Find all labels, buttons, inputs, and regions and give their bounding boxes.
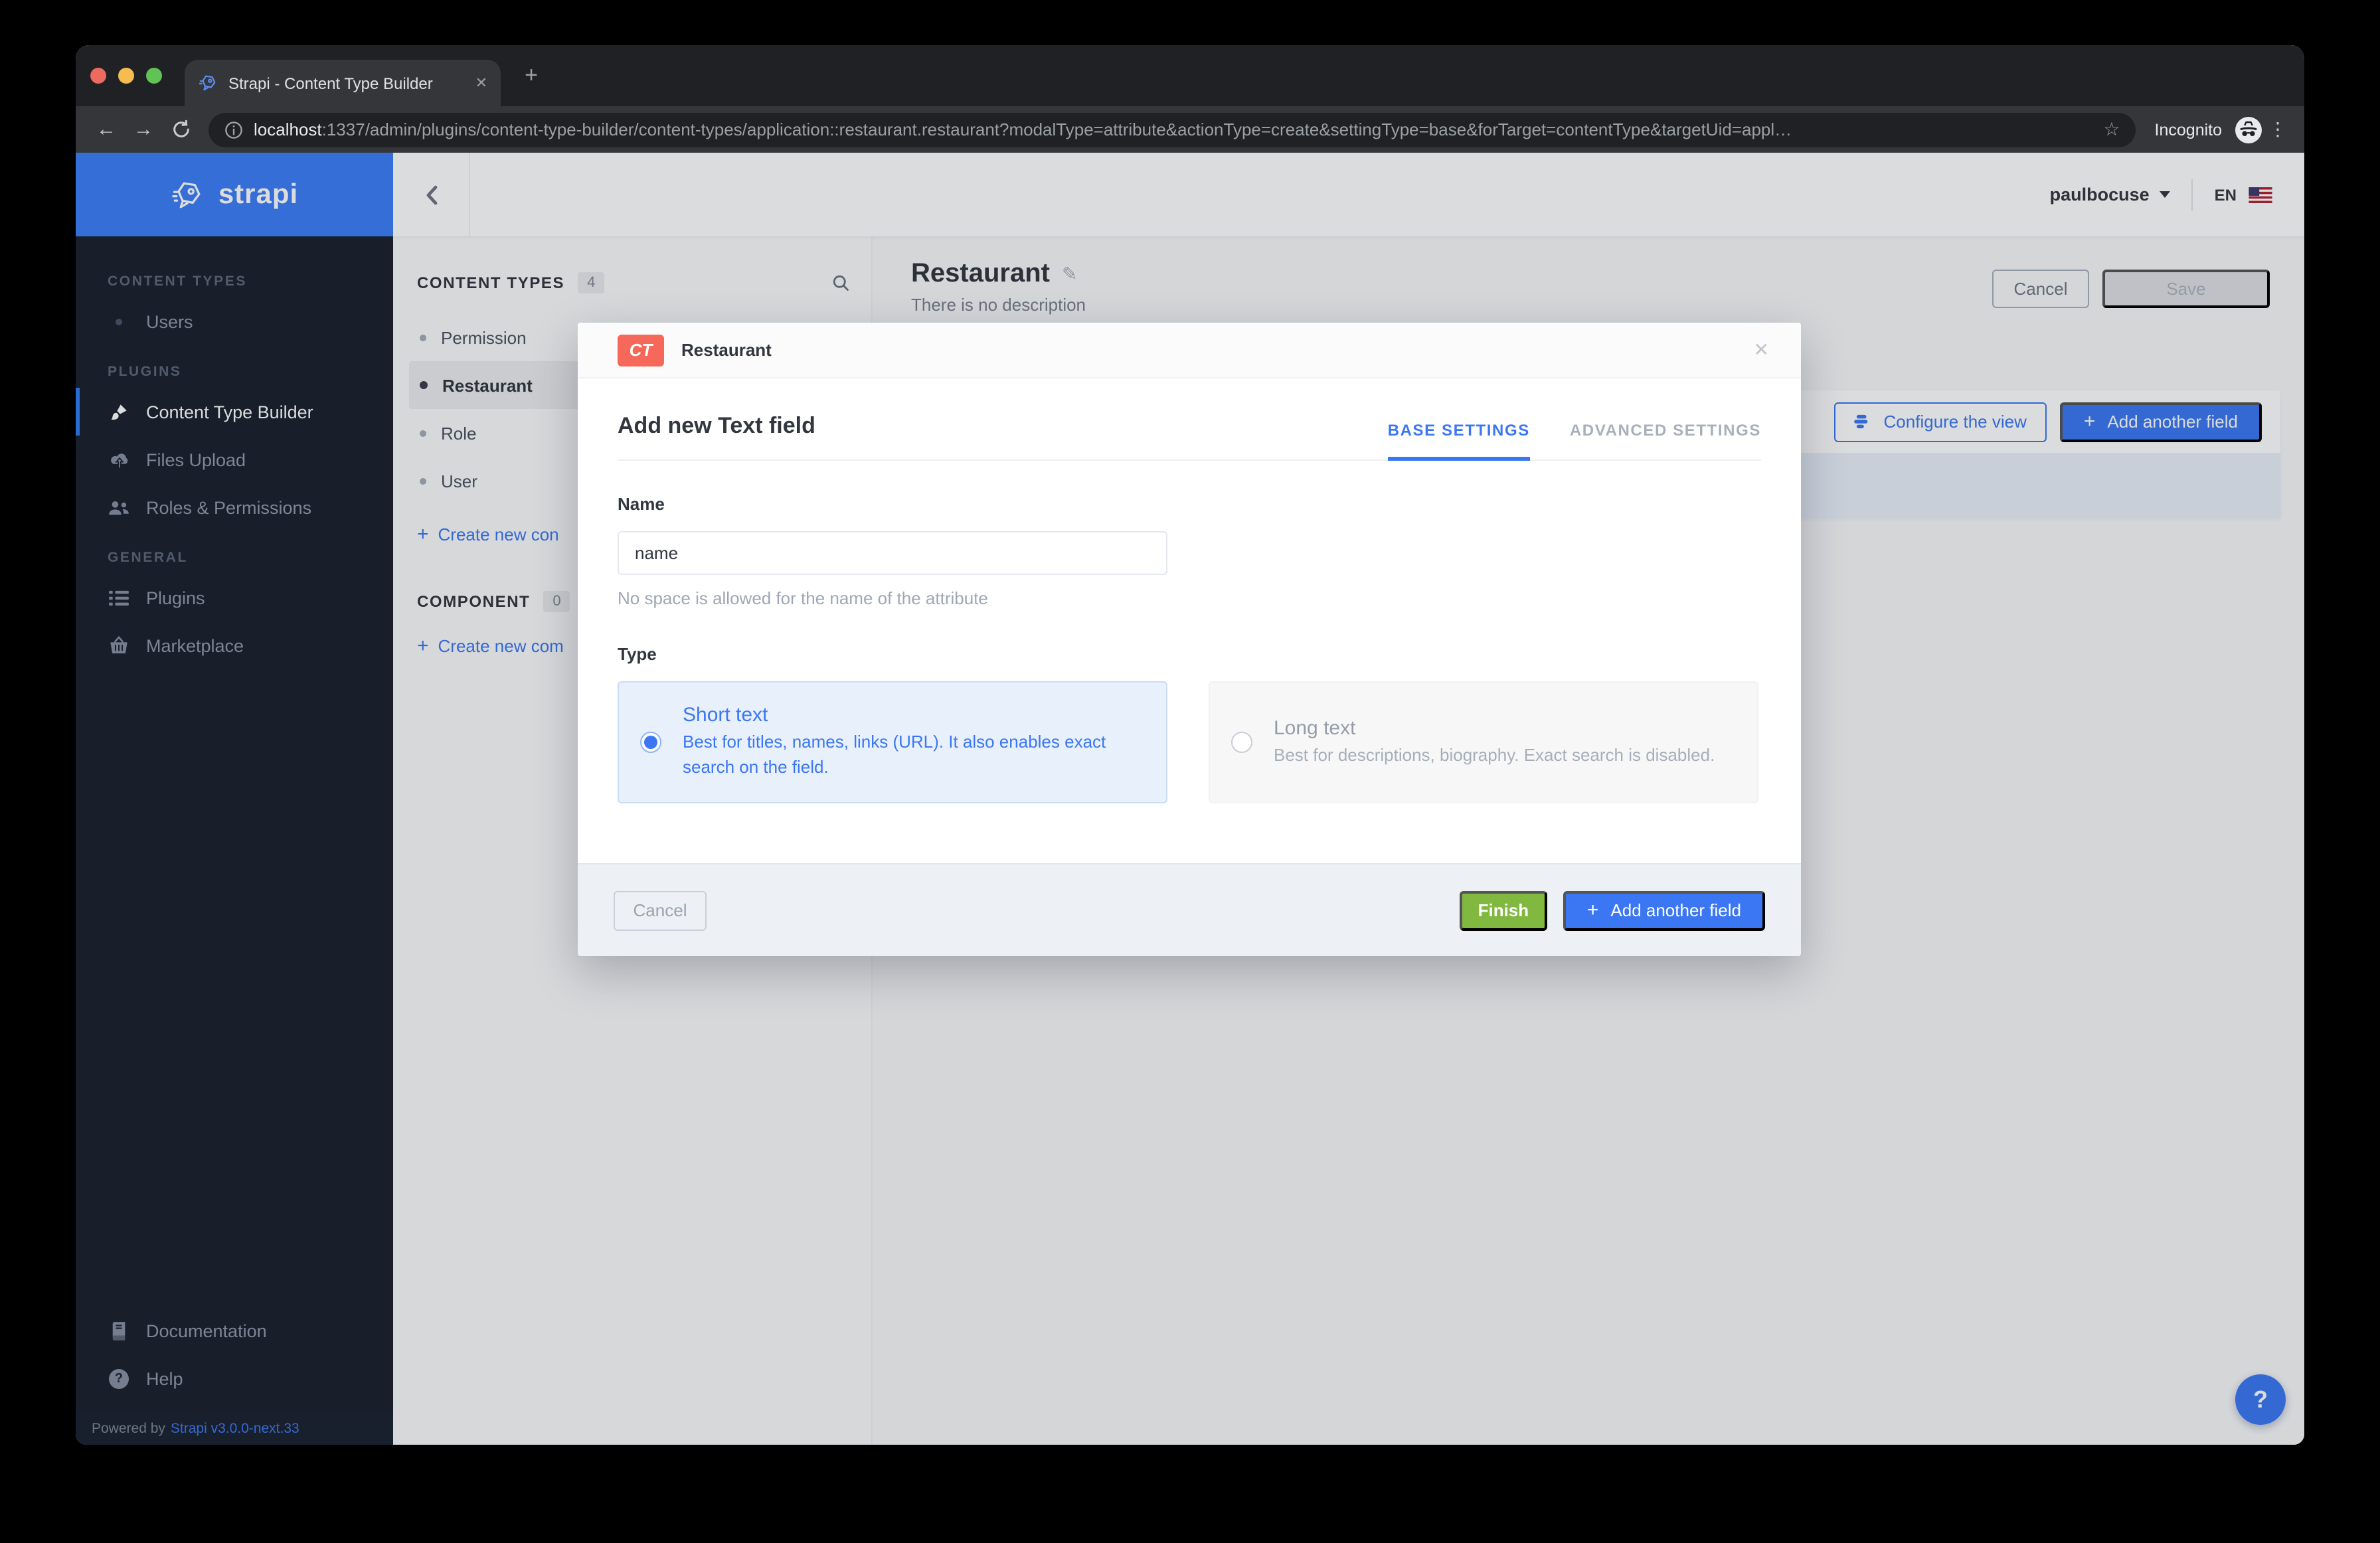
window-close-button[interactable] [90, 68, 106, 84]
url-host: localhost [254, 120, 322, 139]
option-description: Best for titles, names, links (URL). It … [683, 730, 1148, 780]
finish-button[interactable]: Finish [1460, 890, 1547, 930]
strapi-admin-app: strapi CONTENT TYPES Users PLUGINS [76, 153, 2304, 1445]
tab-close-icon[interactable]: ✕ [475, 74, 487, 92]
modal-tabs: BASE SETTINGS ADVANCED SETTINGS [1388, 421, 1761, 459]
new-tab-button[interactable]: + [517, 62, 546, 89]
url-bar[interactable]: localhost:1337/admin/plugins/content-typ… [209, 112, 2136, 147]
name-helper-text: No space is allowed for the name of the … [618, 588, 1761, 608]
close-icon[interactable]: ✕ [1754, 339, 1769, 361]
url-text: localhost:1337/admin/plugins/content-typ… [254, 120, 2092, 139]
back-icon[interactable]: ← [89, 118, 124, 141]
browser-tabstrip: Strapi - Content Type Builder ✕ + [76, 45, 2304, 106]
browser-toolbar: ← → localhost:1337/admin/plugins/content… [76, 106, 2304, 153]
radio-unselected-icon[interactable] [1231, 732, 1252, 753]
site-info-icon[interactable] [224, 120, 243, 139]
modal-footer: Cancel Finish + Add another field [578, 863, 1801, 956]
option-title: Long text [1274, 716, 1715, 739]
modal-add-field-label: Add another field [1610, 900, 1741, 920]
modal-add-another-field-button[interactable]: + Add another field [1563, 890, 1765, 930]
tab-advanced-settings[interactable]: ADVANCED SETTINGS [1570, 421, 1761, 461]
incognito-avatar-icon[interactable] [2235, 116, 2262, 143]
option-title: Short text [683, 704, 1148, 726]
tab-base-settings[interactable]: BASE SETTINGS [1388, 421, 1530, 461]
bookmark-star-icon[interactable]: ☆ [2103, 118, 2120, 141]
type-options: Short text Best for titles, names, links… [618, 681, 1761, 803]
radio-selected-icon[interactable] [640, 732, 661, 753]
forward-icon[interactable]: → [126, 118, 161, 141]
content-type-badge: CT [618, 334, 664, 366]
option-description: Best for descriptions, biography. Exact … [1274, 743, 1715, 768]
refresh-icon[interactable] [163, 120, 198, 139]
modal-header: CT Restaurant ✕ [578, 323, 1801, 378]
strapi-favicon-icon [198, 73, 218, 93]
add-field-modal: CT Restaurant ✕ Add new Text field BASE … [578, 323, 1801, 956]
modal-entity-label: Restaurant [681, 340, 772, 360]
browser-tab[interactable]: Strapi - Content Type Builder ✕ [185, 60, 501, 106]
modal-cancel-button[interactable]: Cancel [614, 890, 707, 930]
name-input[interactable] [618, 531, 1167, 575]
option-short-text[interactable]: Short text Best for titles, names, links… [618, 681, 1167, 803]
modal-title: Add new Text field [618, 413, 815, 459]
tab-title: Strapi - Content Type Builder [228, 74, 465, 92]
type-label: Type [618, 644, 1761, 664]
modal-body: Add new Text field BASE SETTINGS ADVANCE… [578, 378, 1801, 863]
option-long-text[interactable]: Long text Best for descriptions, biograp… [1209, 681, 1758, 803]
name-label: Name [618, 494, 1761, 514]
desktop: Strapi - Content Type Builder ✕ + ← → lo [0, 0, 2380, 1543]
window-minimize-button[interactable] [118, 68, 134, 84]
browser-window: Strapi - Content Type Builder ✕ + ← → lo [76, 45, 2304, 1445]
plus-icon: + [1587, 899, 1599, 922]
window-zoom-button[interactable] [146, 68, 162, 84]
browser-menu-icon[interactable]: ⋮ [2264, 118, 2291, 141]
incognito-label: Incognito [2155, 120, 2222, 139]
url-path: :1337/admin/plugins/content-type-builder… [322, 120, 1792, 139]
